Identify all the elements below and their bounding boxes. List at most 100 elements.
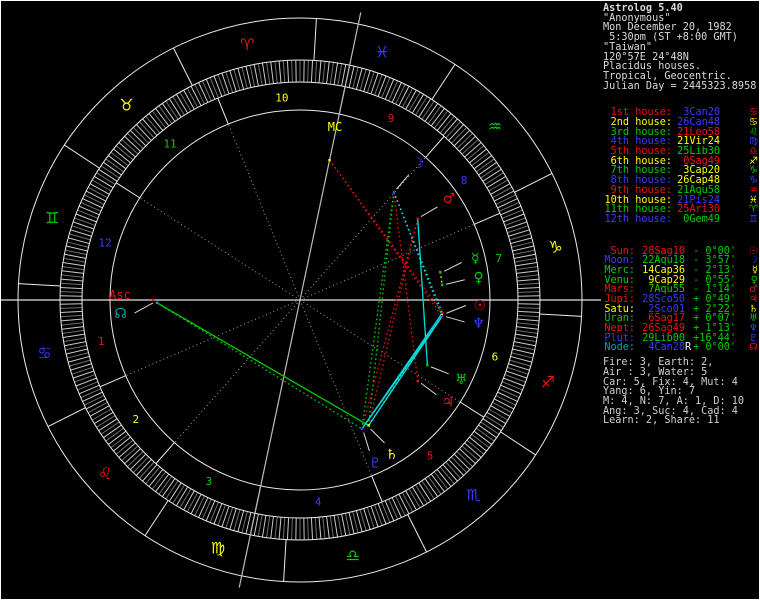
sign-glyph-leo: ♌: [98, 464, 112, 483]
mars-glyph: ♂: [443, 191, 456, 207]
retrograde-flag: [685, 247, 692, 257]
aspect-line-mars-pluto: [361, 218, 419, 430]
house-number-6: 6: [492, 350, 499, 363]
info-panel: Astrolog 5.40 "Anonymous" Mon December 20,…: [601, 1, 759, 427]
house-sign-icon: ♊: [749, 213, 758, 225]
pointer-moon: [396, 174, 410, 190]
sign-boundary: [514, 172, 553, 193]
pluto-glyph: ♇: [369, 456, 382, 472]
aspect-line-moon-sun: [393, 191, 444, 314]
house-cusp-stub: [371, 475, 383, 503]
house-number-7: 7: [495, 252, 502, 265]
house-cusp-line: [174, 299, 301, 443]
natal-chart-wheel: ☉☽☿♀♂♃♄♅♆♇☊♈♉♊♋♌♍ ♎♏♐♑♒♓123456789101112As…: [1, 12, 601, 588]
sign-boundary: [431, 64, 456, 100]
aspect-line-mc-neptune: [329, 159, 443, 317]
house-cusp-stub: [425, 136, 445, 158]
mercury-degree-dot: [439, 270, 442, 274]
sun-degree-dot: [441, 311, 444, 315]
planet-row-node: Node: 4Can28 R + 0°00' ☊: [603, 342, 759, 354]
venus-degree-dot: [440, 283, 444, 286]
header-line-8: Julian Day = 2445323.8958: [603, 80, 757, 92]
house-cusp-line: [299, 299, 373, 477]
aspect-line-mercury-venus: [439, 271, 443, 285]
saturn-glyph: ♄: [385, 447, 398, 463]
retrograde-flag: [685, 324, 692, 334]
pointer-mars: [420, 206, 438, 217]
sign-glyph-cancer: ♋: [37, 343, 51, 362]
house-cusp-stub: [474, 212, 501, 225]
saturn-degree-dot: [367, 424, 370, 427]
house-cusp-line: [299, 157, 426, 301]
house-number-2: 2: [133, 413, 140, 426]
aspect-line-node-saturn: [156, 302, 369, 427]
jupiter-glyph: ♃: [442, 395, 455, 411]
house-cusp-stub: [155, 442, 175, 464]
sign-glyph-aries: ♈: [240, 35, 254, 54]
mc-degree-dot: [328, 158, 331, 162]
house-cusp-stub: [217, 97, 229, 125]
pointer-uranus: [430, 366, 449, 375]
aspect-line-mc-sun: [329, 159, 443, 314]
houses-table: 1st house: 3Can20 ♋ 2nd house: 26Can48 ♋ 3rd h…: [603, 108, 759, 225]
aspect-line-moon-saturn: [367, 192, 395, 426]
venus-glyph: ♀: [474, 270, 484, 286]
pointer-venus: [446, 279, 465, 285]
house-label: 12th house:: [604, 213, 672, 225]
aspect-line-moon-pluto: [361, 192, 395, 429]
node-glyph: ☊: [114, 306, 126, 322]
retrograde-flag: [685, 276, 692, 286]
sign-glyph-taurus: ♉: [119, 96, 133, 115]
house-cusp-line: [125, 299, 301, 377]
mercury-glyph: ☿: [471, 251, 480, 267]
house-cusp-line: [227, 123, 301, 301]
pointer-mercury: [443, 261, 462, 272]
sign-glyph-gemini: ♊: [45, 208, 59, 227]
pluto-degree-dot: [360, 427, 364, 431]
house-cusp-stub: [99, 375, 126, 388]
house-number-3: 3: [206, 475, 213, 488]
house-number-8: 8: [461, 174, 468, 187]
sign-glyph-sagittarius: ♐: [541, 373, 555, 392]
asc-degree-dot: [151, 298, 155, 302]
retrograde-flag: [685, 256, 692, 266]
sign-boundary: [64, 144, 100, 169]
pointer-saturn: [370, 428, 385, 444]
planet-position: 4Can28: [648, 342, 685, 354]
aspect-line-node-pluto: [156, 302, 363, 430]
sign-boundary: [47, 407, 86, 428]
house-number-12: 12: [98, 237, 111, 250]
jupiter-degree-dot: [416, 379, 420, 383]
planet-icon: ☊: [749, 342, 758, 354]
sun-glyph: ☉: [474, 298, 487, 314]
retrograde-flag: [685, 295, 692, 305]
moon-glyph: ☽: [412, 156, 425, 172]
sign-glyph-pisces: ♓: [375, 43, 389, 62]
uranus-glyph: ♅: [455, 372, 468, 388]
retrograde-flag: [685, 266, 692, 276]
neptune-degree-dot: [440, 315, 444, 318]
pointer-jupiter: [420, 382, 437, 396]
house-number-11: 11: [163, 138, 176, 151]
sign-glyph-capricorn: ♑: [548, 238, 562, 257]
house-row-12: 12th house: 0Gem49 ♊: [603, 213, 759, 225]
sign-boundary: [539, 313, 582, 317]
house-value: 0Gem49: [683, 213, 720, 225]
retrograde-flag: [685, 285, 692, 295]
sign-boundary: [283, 539, 287, 582]
sign-glyph-libra: ♎: [346, 546, 360, 565]
house-number-1: 1: [98, 335, 105, 348]
node-degree-dot: [155, 301, 159, 305]
moon-degree-dot: [392, 190, 396, 194]
sign-boundary: [407, 514, 428, 553]
astrolog-app: ☉ ☽ ☿ ♀ ♂ ♃ ♄ ♅ ♆ ♇ ☊ ♈ ♉ ♊ ♋ ♌ ♍ ♎ ♏ ♐ ♑ ♒ ♓ 1 2 3 4 5 6 7 8 9 10 11 12 As…: [0, 0, 760, 600]
mars-degree-dot: [416, 217, 419, 221]
house-cusp-stub: [459, 401, 485, 418]
sign-boundary: [313, 18, 317, 61]
planets-table: Sun: 28Sag10- 0°00' ☉ Moon: 22Aqu18- 3°57' ☽ M…: [603, 246, 759, 354]
retrograde-flag: [685, 305, 692, 315]
house-cusp-stub: [115, 182, 141, 199]
pointer-pluto: [363, 432, 370, 451]
label-asc: Asc: [109, 288, 131, 302]
stat-line-6: Learn: 2, Share: 11: [603, 415, 720, 427]
